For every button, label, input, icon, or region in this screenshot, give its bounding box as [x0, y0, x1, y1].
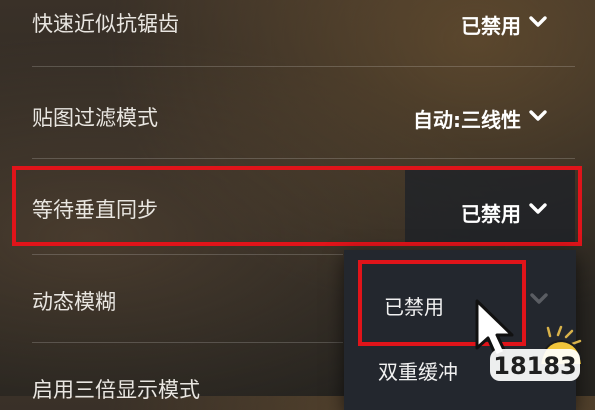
watermark-logo: 18183	[490, 325, 584, 381]
setting-label: 动态模糊	[32, 290, 116, 314]
setting-row-texture-filter[interactable]: 贴图过滤模式 自动:三线性	[0, 90, 595, 140]
setting-value[interactable]: 自动:三线性	[413, 104, 521, 133]
chevron-down-icon[interactable]	[527, 11, 549, 33]
setting-label: 贴图过滤模式	[32, 106, 158, 130]
watermark-text: 18183	[493, 352, 577, 380]
divider	[32, 66, 575, 67]
setting-label: 快速近似抗锯齿	[32, 12, 179, 36]
setting-label: 启用三倍显示模式	[32, 378, 200, 402]
divider	[32, 158, 575, 159]
divider	[32, 342, 343, 343]
chevron-down-icon[interactable]	[527, 105, 549, 127]
chevron-down-icon	[530, 293, 548, 304]
setting-value[interactable]: 已禁用	[461, 10, 521, 39]
highlight-frame	[12, 166, 582, 246]
divider	[32, 254, 343, 255]
setting-row-fxaa[interactable]: 快速近似抗锯齿 已禁用	[0, 0, 595, 50]
option-label: 双重缓冲	[378, 360, 458, 384]
